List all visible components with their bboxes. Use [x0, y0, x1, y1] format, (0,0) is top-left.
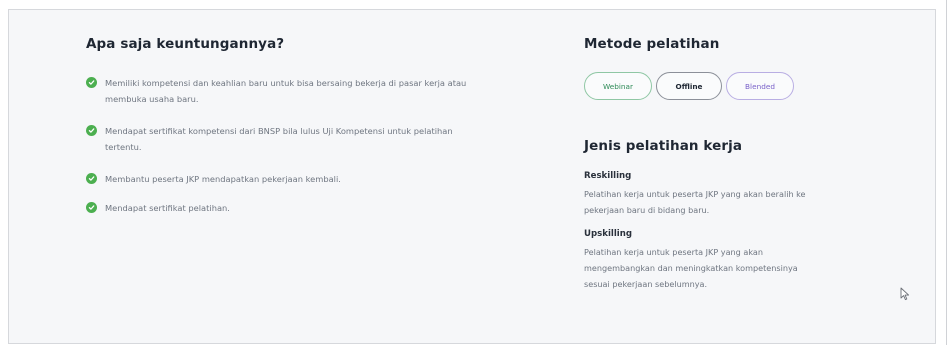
method-pill-offline[interactable]: Offline — [656, 72, 722, 100]
jenis-title: Jenis pelatihan kerja — [584, 138, 743, 154]
benefit-text: Mendapat sertifikat pelatihan. — [105, 203, 230, 213]
benefit-text: Memiliki kompetensi dan keahlian baru un… — [105, 78, 467, 104]
description-line: sesuai pekerjaan sebelumnya. — [584, 279, 708, 289]
jenis-description: Pelatihan kerja untuk peserta JKP yang a… — [584, 244, 914, 292]
check-circle-icon — [86, 173, 97, 184]
method-pill-blended[interactable]: Blended — [726, 72, 794, 100]
description-line: mengembangkan dan meningkatkan kompetens… — [584, 263, 798, 273]
method-pill-webinar[interactable]: Webinar — [584, 72, 652, 100]
mouse-cursor-icon — [900, 286, 910, 305]
benefit-text: Membantu peserta JKP mendapatkan pekerja… — [105, 174, 341, 184]
benefit-text: Mendapat sertifikat kompetensi dari BNSP… — [105, 126, 453, 152]
check-circle-icon — [86, 125, 97, 136]
jenis-reskilling: Reskilling Pelatihan kerja untuk peserta… — [584, 170, 914, 218]
benefit-item: Memiliki kompetensi dan keahlian baru un… — [86, 75, 485, 107]
check-circle-icon — [86, 202, 97, 213]
description-line: pekerjaan baru di bidang baru. — [584, 205, 710, 215]
jenis-label: Reskilling — [584, 171, 632, 181]
benefit-list: Memiliki kompetensi dan keahlian baru un… — [86, 75, 506, 216]
benefits-title: Apa saja keuntungannya? — [86, 36, 285, 52]
check-circle-icon — [86, 77, 97, 88]
benefit-item: Membantu peserta JKP mendapatkan pekerja… — [86, 171, 485, 187]
scrollbar-edge — [946, 0, 947, 345]
jenis-upskilling: Upskilling Pelatihan kerja untuk peserta… — [584, 228, 914, 292]
training-info-section: Metode pelatihan Webinar Offline Blended… — [584, 36, 914, 292]
method-options: Webinar Offline Blended — [584, 72, 914, 100]
jenis-description: Pelatihan kerja untuk peserta JKP yang a… — [584, 186, 914, 218]
jenis-label: Upskilling — [584, 229, 633, 239]
benefits-section: Apa saja keuntungannya? Memiliki kompete… — [86, 36, 506, 229]
description-line: Pelatihan kerja untuk peserta JKP yang a… — [584, 189, 806, 199]
description-line: Pelatihan kerja untuk peserta JKP yang a… — [584, 247, 763, 257]
benefit-item: Mendapat sertifikat pelatihan. — [86, 200, 485, 216]
methods-title: Metode pelatihan — [584, 36, 720, 52]
benefit-item: Mendapat sertifikat kompetensi dari BNSP… — [86, 123, 485, 155]
